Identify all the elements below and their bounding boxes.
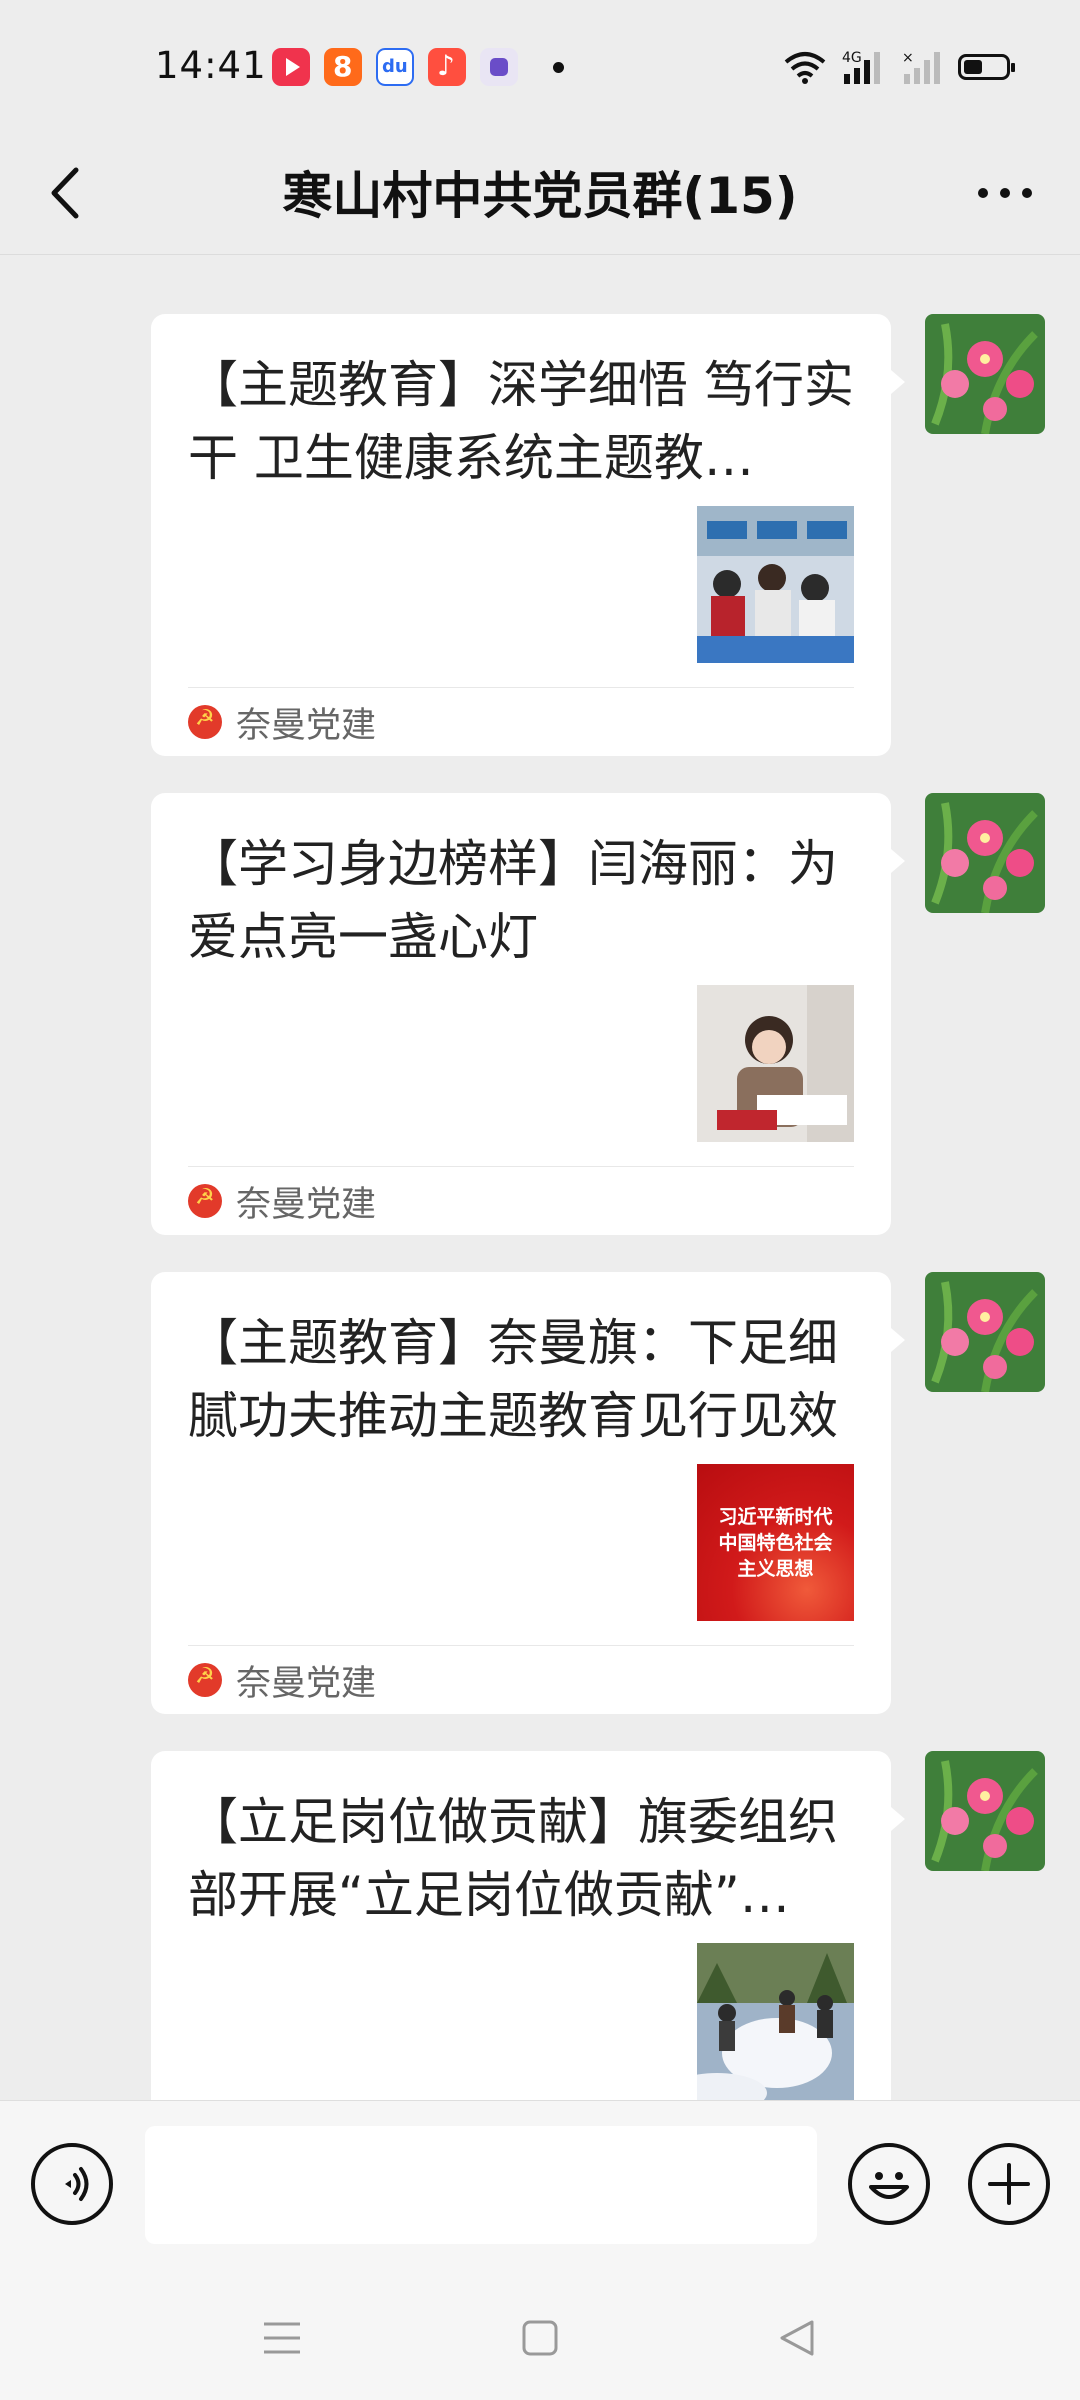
menu-icon [264,2322,300,2354]
home-icon [522,2320,558,2356]
more-button[interactable] [970,158,1040,228]
status-bar: 14:41 4G × [0,0,1080,130]
plus-icon [988,2163,1030,2205]
notification-icons [272,48,518,86]
article-title: 【学习身边榜样】闫海丽：为爱点亮一盏心灯 [188,835,838,966]
article-thumbnail [697,506,854,663]
svg-text:×: × [902,50,914,66]
article-thumbnail: 习近平新时代中国特色社会主义思想 [697,1464,854,1621]
more-actions-button[interactable] [968,2143,1050,2225]
chat-input-bar [0,2100,1080,2271]
network-label: 4G [842,50,862,66]
article-card[interactable]: 【学习身边榜样】闫海丽：为爱点亮一盏心灯 奈曼党建 [151,793,905,1235]
purple-app-icon [480,48,518,86]
article-title: 【主题教育】深学细悟 笃行实干 卫生健康系统主题教… [188,356,854,487]
home-button[interactable] [505,2308,575,2368]
video-app-icon [272,48,310,86]
source-name: 奈曼党建 [236,705,377,746]
back-nav-button[interactable] [763,2308,833,2368]
article-thumbnail [697,985,854,1142]
article-card[interactable]: 【主题教育】奈曼旗：下足细腻功夫推动主题教育见行见效 习近平新时代中国特色社会主… [151,1272,905,1714]
voice-button[interactable] [31,2143,113,2225]
status-time: 14:41 [155,44,267,87]
more-notifications-dot [553,62,564,73]
emoji-icon [869,2172,909,2199]
thumbnail-caption: 习近平新时代中国特色社会主义思想 [718,1505,833,1580]
party-emblem-icon [188,1184,222,1218]
baidu-icon [376,48,414,86]
party-emblem-icon [188,1663,222,1697]
avatar[interactable] [925,314,1045,434]
system-nav-bar [0,2270,1080,2400]
avatar[interactable] [925,1272,1045,1392]
article-thumbnail [697,1943,854,2100]
source-name: 奈曼党建 [236,1184,377,1225]
article-title: 【主题教育】奈曼旗：下足细腻功夫推动主题教育见行见效 [188,1314,838,1445]
source-name: 奈曼党建 [236,1663,377,1704]
battery-icon [958,54,1015,80]
wifi-icon [784,52,826,84]
article-source: 奈曼党建 [188,1645,854,1714]
chat-header: 寒山村中共党员群(15) [0,130,1080,255]
avatar[interactable] [925,1751,1045,1871]
party-emblem-icon [188,705,222,739]
kuaishou-icon [324,48,362,86]
article-source: 奈曼党建 [188,1166,854,1235]
article-card[interactable]: 【立足岗位做贡献】旗委组织部开展“立足岗位做贡献”… [151,1751,905,2100]
emoji-button[interactable] [848,2143,930,2225]
system-icons: 4G × [784,48,1015,86]
article-card[interactable]: 【主题教育】深学细悟 笃行实干 卫生健康系统主题教… ☭ 奈曼党建 [151,314,905,756]
message-input[interactable] [145,2126,817,2244]
back-triangle-icon [780,2320,814,2356]
voice-icon [65,2167,89,2201]
signal-no-sim-icon: × [902,50,940,84]
article-source: 奈曼党建 [188,687,854,756]
more-dots-icon [978,188,1032,198]
music-app-icon [428,48,466,86]
avatar[interactable] [925,793,1045,913]
signal-4g-icon: 4G [842,50,880,84]
article-title: 【立足岗位做贡献】旗委组织部开展“立足岗位做贡献”… [188,1793,838,1924]
chat-title: 寒山村中共党员群(15) [282,167,798,225]
message-list[interactable]: 【主题教育】深学细悟 笃行实干 卫生健康系统主题教… ☭ 奈曼党建 【学习身边榜… [0,255,1080,2100]
menu-button[interactable] [247,2308,317,2368]
